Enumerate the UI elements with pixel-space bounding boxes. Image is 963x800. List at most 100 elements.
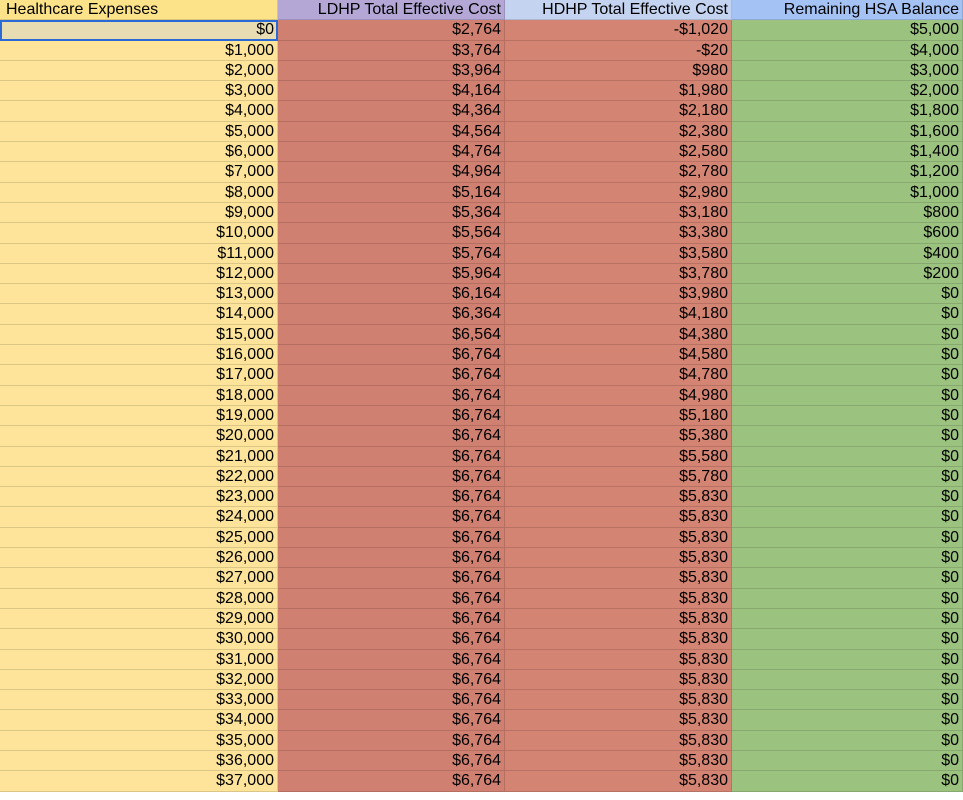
healthcare-expenses-cell[interactable]: $24,000 — [0, 507, 278, 528]
healthcare-expenses-cell[interactable]: $19,000 — [0, 405, 278, 427]
hsa-balance-cell[interactable]: $0 — [732, 487, 963, 508]
hdhp-cost-cell[interactable]: $5,830 — [505, 669, 732, 691]
healthcare-expenses-cell[interactable]: $25,000 — [0, 527, 278, 549]
healthcare-expenses-cell[interactable]: $7,000 — [0, 162, 278, 183]
healthcare-expenses-cell[interactable]: $21,000 — [0, 446, 278, 467]
hdhp-cost-cell[interactable]: $5,830 — [505, 588, 732, 609]
hsa-balance-cell[interactable]: $600 — [732, 223, 963, 244]
ldhp-cost-cell[interactable]: $3,764 — [278, 40, 505, 61]
ldhp-cost-cell[interactable]: $6,764 — [278, 710, 505, 731]
healthcare-expenses-cell[interactable]: $0 — [0, 20, 278, 41]
hdhp-cost-cell[interactable]: $5,780 — [505, 466, 732, 488]
ldhp-cost-cell[interactable]: $6,764 — [278, 405, 505, 427]
ldhp-cost-cell[interactable]: $6,364 — [278, 304, 505, 325]
ldhp-cost-cell[interactable]: $5,964 — [278, 263, 505, 285]
hdhp-cost-cell[interactable]: $2,980 — [505, 182, 732, 203]
hdhp-cost-cell[interactable]: $3,980 — [505, 284, 732, 305]
ldhp-cost-cell[interactable]: $6,764 — [278, 466, 505, 488]
hdhp-cost-cell[interactable]: $4,980 — [505, 385, 732, 406]
ldhp-cost-cell[interactable]: $6,764 — [278, 771, 505, 792]
ldhp-cost-cell[interactable]: $6,764 — [278, 608, 505, 630]
hsa-balance-cell[interactable]: $0 — [732, 466, 963, 488]
hsa-balance-cell[interactable]: $0 — [732, 568, 963, 589]
hsa-balance-cell[interactable]: $0 — [732, 405, 963, 427]
hsa-balance-cell[interactable]: $0 — [732, 750, 963, 772]
hdhp-cost-cell[interactable]: $4,780 — [505, 365, 732, 386]
hsa-balance-cell[interactable]: $0 — [732, 304, 963, 325]
hdhp-cost-cell[interactable]: $5,830 — [505, 629, 732, 650]
ldhp-cost-cell[interactable]: $4,564 — [278, 121, 505, 143]
healthcare-expenses-cell[interactable]: $23,000 — [0, 487, 278, 508]
healthcare-expenses-cell[interactable]: $12,000 — [0, 263, 278, 285]
healthcare-expenses-cell[interactable]: $18,000 — [0, 385, 278, 406]
ldhp-cost-cell[interactable]: $6,764 — [278, 345, 505, 366]
hsa-balance-cell[interactable]: $0 — [732, 690, 963, 711]
hdhp-cost-cell[interactable]: $5,830 — [505, 487, 732, 508]
ldhp-cost-cell[interactable]: $6,764 — [278, 446, 505, 467]
hdhp-cost-cell[interactable]: $5,830 — [505, 649, 732, 670]
ldhp-cost-cell[interactable]: $6,764 — [278, 365, 505, 386]
hdhp-cost-cell[interactable]: $3,380 — [505, 223, 732, 244]
hdhp-cost-cell[interactable]: $4,180 — [505, 304, 732, 325]
ldhp-cost-cell[interactable]: $6,764 — [278, 669, 505, 691]
hdhp-cost-cell[interactable]: $2,780 — [505, 162, 732, 183]
hdhp-cost-cell[interactable]: $5,830 — [505, 750, 732, 772]
header-cell-ldhp-total-effective-cost[interactable]: LDHP Total Effective Cost — [278, 0, 505, 21]
ldhp-cost-cell[interactable]: $6,164 — [278, 284, 505, 305]
hsa-balance-cell[interactable]: $0 — [732, 527, 963, 549]
healthcare-expenses-cell[interactable]: $29,000 — [0, 608, 278, 630]
hsa-balance-cell[interactable]: $0 — [732, 629, 963, 650]
healthcare-expenses-cell[interactable]: $13,000 — [0, 284, 278, 305]
healthcare-expenses-cell[interactable]: $9,000 — [0, 202, 278, 224]
hdhp-cost-cell[interactable]: $5,580 — [505, 446, 732, 467]
hsa-balance-cell[interactable]: $400 — [732, 243, 963, 264]
ldhp-cost-cell[interactable]: $2,764 — [278, 20, 505, 41]
hsa-balance-cell[interactable]: $2,000 — [732, 81, 963, 102]
hsa-balance-cell[interactable]: $200 — [732, 263, 963, 285]
hsa-balance-cell[interactable]: $0 — [732, 426, 963, 447]
healthcare-expenses-cell[interactable]: $10,000 — [0, 223, 278, 244]
hsa-balance-cell[interactable]: $0 — [732, 771, 963, 792]
ldhp-cost-cell[interactable]: $5,164 — [278, 182, 505, 203]
hdhp-cost-cell[interactable]: $5,830 — [505, 730, 732, 751]
healthcare-expenses-cell[interactable]: $14,000 — [0, 304, 278, 325]
ldhp-cost-cell[interactable]: $6,764 — [278, 730, 505, 751]
healthcare-expenses-cell[interactable]: $5,000 — [0, 121, 278, 143]
healthcare-expenses-cell[interactable]: $37,000 — [0, 771, 278, 792]
healthcare-expenses-cell[interactable]: $28,000 — [0, 588, 278, 609]
hsa-balance-cell[interactable]: $0 — [732, 608, 963, 630]
healthcare-expenses-cell[interactable]: $17,000 — [0, 365, 278, 386]
hsa-balance-cell[interactable]: $0 — [732, 588, 963, 609]
hdhp-cost-cell[interactable]: $2,580 — [505, 142, 732, 163]
ldhp-cost-cell[interactable]: $6,764 — [278, 750, 505, 772]
hdhp-cost-cell[interactable]: $5,830 — [505, 608, 732, 630]
healthcare-expenses-cell[interactable]: $6,000 — [0, 142, 278, 163]
header-cell-hdhp-total-effective-cost[interactable]: HDHP Total Effective Cost — [505, 0, 732, 21]
hsa-balance-cell[interactable]: $0 — [732, 710, 963, 731]
ldhp-cost-cell[interactable]: $6,764 — [278, 507, 505, 528]
hdhp-cost-cell[interactable]: $3,780 — [505, 263, 732, 285]
hdhp-cost-cell[interactable]: $4,380 — [505, 324, 732, 346]
hsa-balance-cell[interactable]: $0 — [732, 548, 963, 569]
ldhp-cost-cell[interactable]: $5,764 — [278, 243, 505, 264]
ldhp-cost-cell[interactable]: $4,364 — [278, 101, 505, 122]
healthcare-expenses-cell[interactable]: $22,000 — [0, 466, 278, 488]
ldhp-cost-cell[interactable]: $6,764 — [278, 426, 505, 447]
ldhp-cost-cell[interactable]: $6,764 — [278, 548, 505, 569]
healthcare-expenses-cell[interactable]: $1,000 — [0, 40, 278, 61]
hsa-balance-cell[interactable]: $0 — [732, 385, 963, 406]
header-cell-remaining-hsa-balance[interactable]: Remaining HSA Balance — [732, 0, 963, 21]
ldhp-cost-cell[interactable]: $5,564 — [278, 223, 505, 244]
hdhp-cost-cell[interactable]: $980 — [505, 60, 732, 82]
hsa-balance-cell[interactable]: $1,600 — [732, 121, 963, 143]
healthcare-expenses-cell[interactable]: $16,000 — [0, 345, 278, 366]
ldhp-cost-cell[interactable]: $5,364 — [278, 202, 505, 224]
hsa-balance-cell[interactable]: $1,000 — [732, 182, 963, 203]
healthcare-expenses-cell[interactable]: $2,000 — [0, 60, 278, 82]
hsa-balance-cell[interactable]: $1,800 — [732, 101, 963, 122]
ldhp-cost-cell[interactable]: $6,764 — [278, 487, 505, 508]
healthcare-expenses-cell[interactable]: $20,000 — [0, 426, 278, 447]
hsa-balance-cell[interactable]: $0 — [732, 730, 963, 751]
healthcare-expenses-cell[interactable]: $15,000 — [0, 324, 278, 346]
hdhp-cost-cell[interactable]: $5,830 — [505, 527, 732, 549]
